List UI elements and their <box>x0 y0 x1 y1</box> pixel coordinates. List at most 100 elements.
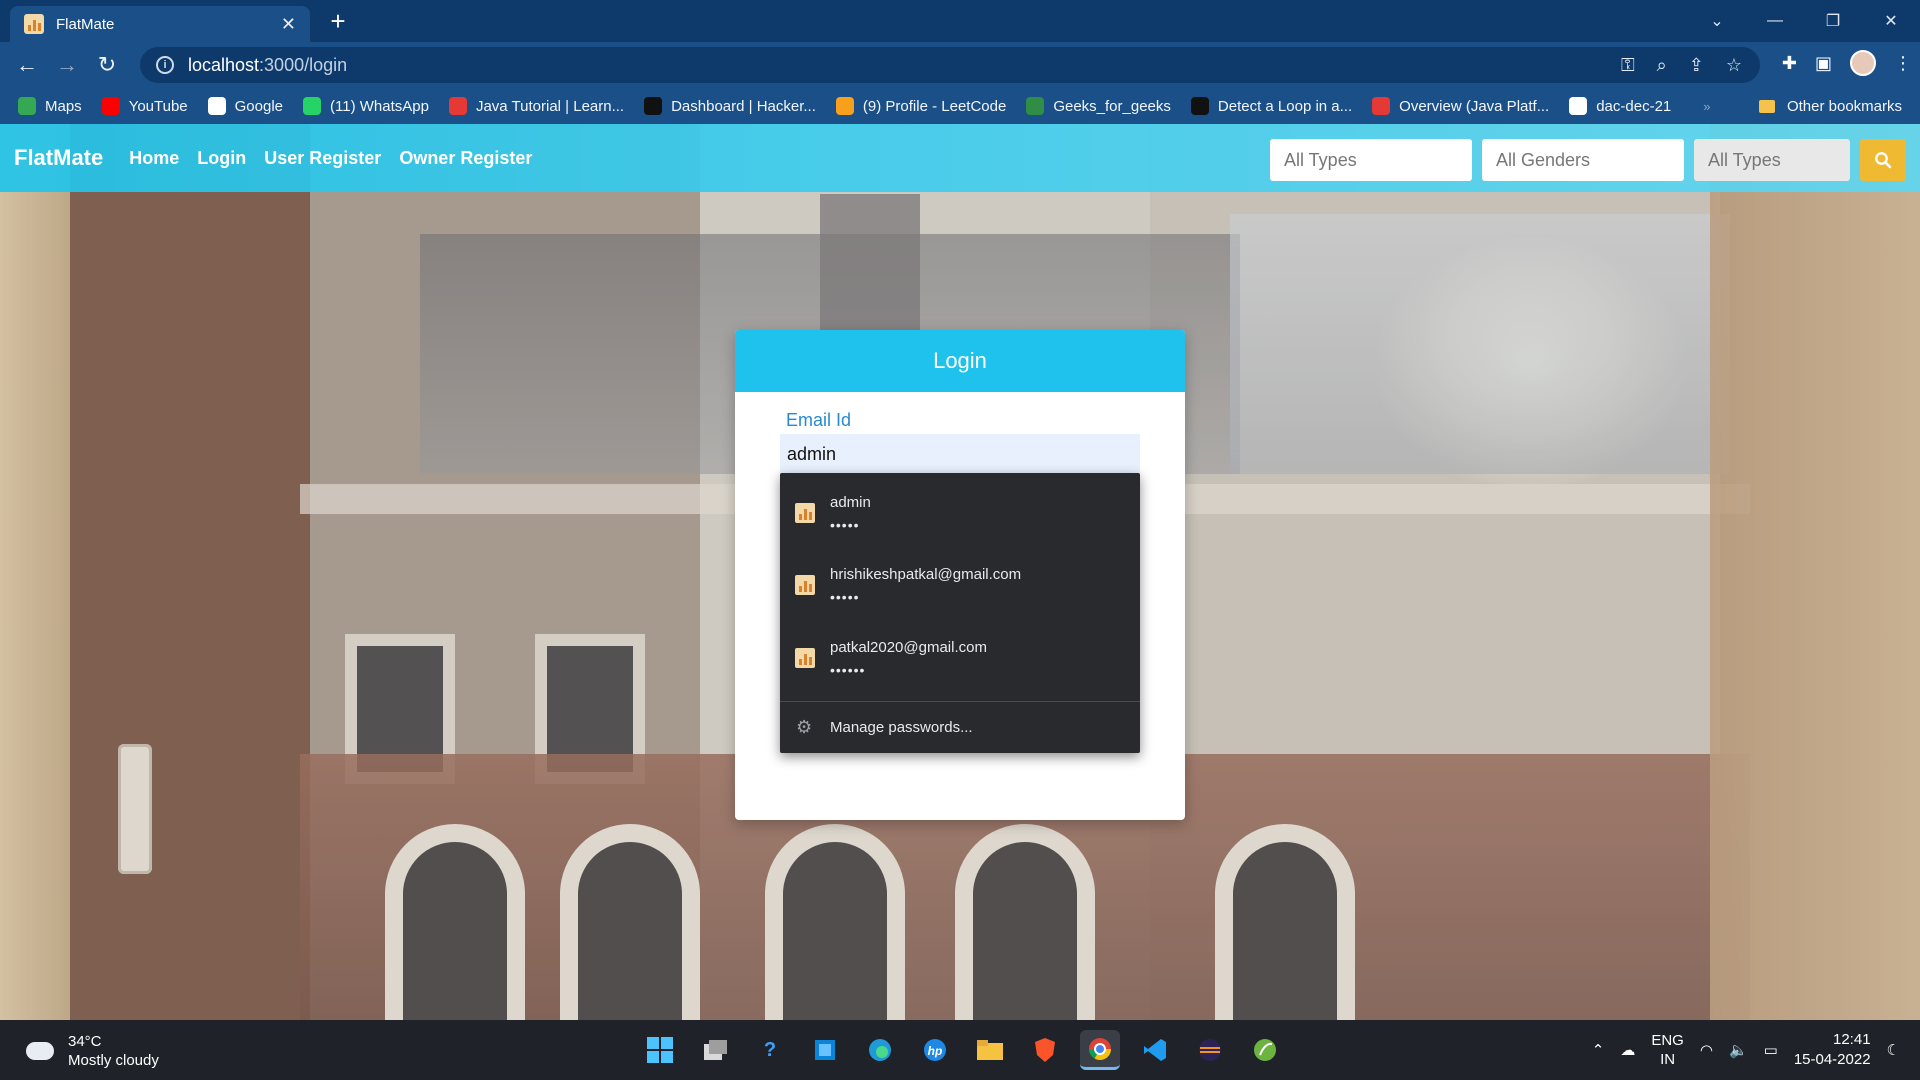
clock-time: 12:41 <box>1833 1031 1871 1048</box>
autofill-password-mask: ••••• <box>830 588 860 605</box>
key-icon[interactable]: ⚿ <box>1621 55 1635 76</box>
gender-select[interactable]: All Genders <box>1482 139 1684 181</box>
login-title: Login <box>735 330 1185 392</box>
forward-arrow-icon[interactable]: → <box>52 50 82 80</box>
battery-icon[interactable]: ▭ <box>1764 1041 1778 1059</box>
task-view-icon[interactable] <box>695 1030 735 1070</box>
back-arrow-icon[interactable]: ← <box>12 50 42 80</box>
browser-tab[interactable]: FlatMate ✕ <box>10 6 310 42</box>
volume-icon[interactable]: 🔈 <box>1729 1041 1748 1059</box>
bookmarks-bar: Maps YouTube Google (11) WhatsApp Java Tutor… <box>0 88 1920 124</box>
onedrive-icon[interactable]: ☁ <box>1620 1041 1635 1059</box>
bookmark-item[interactable]: Google <box>207 97 283 115</box>
bookmark-item[interactable]: Maps <box>18 97 82 115</box>
weather-temp: 34°C <box>68 1033 102 1050</box>
bookmark-item[interactable]: Detect a Loop in a... <box>1190 97 1352 115</box>
omnibox-actions: ⚿ ⌕ ⇪ ☆ <box>1621 47 1742 83</box>
menu-kebab-icon[interactable]: ⋮ <box>1894 53 1912 74</box>
bookmark-label: Geeks_for_geeks <box>1053 97 1171 115</box>
bookmark-item[interactable]: Geeks_for_geeks <box>1026 97 1171 115</box>
notifications-icon[interactable]: ☾ <box>1887 1041 1900 1059</box>
spring-icon[interactable] <box>1245 1030 1285 1070</box>
close-window-button[interactable]: ✕ <box>1862 0 1920 42</box>
restore-button[interactable]: ❐ <box>1804 0 1862 42</box>
search-button[interactable] <box>1860 139 1906 181</box>
nav-home[interactable]: Home <box>129 148 179 169</box>
autofill-username: admin <box>830 493 871 511</box>
windows-taskbar: 34°C Mostly cloudy ? hp ⌃ ☁ ENG IN ◠ 🔈 ▭ 1… <box>0 1020 1920 1080</box>
brave-icon[interactable] <box>1025 1030 1065 1070</box>
manage-passwords-option[interactable]: ⚙ Manage passwords... <box>780 703 1140 751</box>
property-type-select[interactable]: All Types <box>1694 139 1850 181</box>
lang-region: IN <box>1660 1051 1676 1068</box>
password-autofill-dropdown: admin ••••• hrishikeshpatkal@gmail.com •••… <box>780 473 1140 753</box>
autofill-option[interactable]: patkal2020@gmail.com •••••• <box>780 623 1140 693</box>
bookmark-label: YouTube <box>128 97 188 115</box>
email-field[interactable] <box>780 434 1140 476</box>
tab-title: FlatMate <box>56 15 115 33</box>
clock[interactable]: 12:41 15-04-2022 <box>1794 1030 1871 1070</box>
wifi-icon[interactable]: ◠ <box>1700 1041 1713 1059</box>
autofill-password-mask: •••••• <box>830 661 866 678</box>
bookmark-star-icon[interactable]: ☆ <box>1726 55 1742 76</box>
brand-logo[interactable]: FlatMate <box>14 145 103 171</box>
bookmark-label: (9) Profile - LeetCode <box>862 97 1007 115</box>
other-bookmarks-folder[interactable]: Other bookmarks <box>1758 88 1902 124</box>
chrome-icon[interactable] <box>1080 1030 1120 1070</box>
bookmark-item[interactable]: dac-dec-21 <box>1569 97 1671 115</box>
bookmarks-overflow-chevron-icon[interactable]: » <box>1703 99 1710 114</box>
nav-user-register[interactable]: User Register <box>264 148 381 169</box>
clock-date: 15-04-2022 <box>1793 1051 1871 1068</box>
tab-search-icon[interactable]: ⌄ <box>1688 0 1746 42</box>
language-indicator[interactable]: ENG IN <box>1651 1031 1684 1069</box>
chevron-up-icon[interactable]: ⌃ <box>1592 1041 1605 1059</box>
share-icon[interactable]: ⇪ <box>1689 55 1704 76</box>
profile-avatar[interactable] <box>1850 50 1876 76</box>
bookmark-label: (11) WhatsApp <box>330 97 429 115</box>
google-icon <box>207 97 226 115</box>
taskbar-apps: ? hp <box>640 1030 1285 1070</box>
hp-icon[interactable]: hp <box>915 1030 955 1070</box>
tab-close-icon[interactable]: ✕ <box>281 14 296 35</box>
file-explorer-icon[interactable] <box>970 1030 1010 1070</box>
bookmark-item[interactable]: YouTube <box>101 97 188 115</box>
reload-icon[interactable]: ↻ <box>92 50 122 80</box>
app-navbar: FlatMate Home Login User Register Owner … <box>0 124 1920 192</box>
lang-primary: ENG <box>1651 1032 1684 1049</box>
start-windows-icon[interactable] <box>640 1030 680 1070</box>
bookmark-item[interactable]: Dashboard | Hacker... <box>644 97 816 115</box>
extensions-puzzle-icon[interactable]: ✚ <box>1782 53 1797 74</box>
gear-icon: ⚙ <box>796 717 813 737</box>
bookmark-label: dac-dec-21 <box>1596 97 1672 115</box>
weather-widget[interactable]: 34°C Mostly cloudy <box>21 1032 159 1070</box>
bookmark-item[interactable]: Overview (Java Platf... <box>1372 97 1549 115</box>
email-label: Email Id <box>786 410 852 430</box>
bookmark-item[interactable]: (9) Profile - LeetCode <box>835 97 1007 115</box>
autofill-option[interactable]: admin ••••• <box>780 478 1140 548</box>
bookmark-item[interactable]: Java Tutorial | Learn... <box>448 97 624 115</box>
weather-condition: Mostly cloudy <box>68 1052 159 1069</box>
store-icon[interactable] <box>805 1030 845 1070</box>
help-icon[interactable]: ? <box>750 1030 790 1070</box>
side-panel-icon[interactable]: ▣ <box>1815 53 1832 74</box>
bookmark-label: Overview (Java Platf... <box>1399 97 1550 115</box>
zoom-icon[interactable]: ⌕ <box>1657 55 1667 76</box>
autofill-option[interactable]: hrishikeshpatkal@gmail.com ••••• <box>780 550 1140 620</box>
bookmark-item[interactable]: (11) WhatsApp <box>303 97 429 115</box>
eclipse-icon[interactable] <box>1190 1030 1230 1070</box>
system-tray: ⌃ ☁ ENG IN ◠ 🔈 ▭ 12:41 15-04-2022 ☾ <box>1592 1020 1900 1080</box>
type-select[interactable]: All Types <box>1270 139 1472 181</box>
extension-area: ✚ ▣ ⋮ <box>1782 50 1912 76</box>
autofill-divider <box>780 701 1140 702</box>
vscode-icon[interactable] <box>1135 1030 1175 1070</box>
nav-owner-register[interactable]: Owner Register <box>399 148 532 169</box>
folder-icon <box>1758 99 1775 113</box>
oracle-icon <box>1372 97 1391 115</box>
nav-login[interactable]: Login <box>197 148 246 169</box>
new-tab-button[interactable]: + <box>322 6 354 38</box>
address-bar[interactable]: i localhost:3000/login ⚿ ⌕ ⇪ ☆ <box>140 47 1760 83</box>
site-info-icon[interactable]: i <box>156 56 174 74</box>
minimize-button[interactable]: — <box>1746 0 1804 42</box>
edge-icon[interactable] <box>860 1030 900 1070</box>
window-controls: ⌄ — ❐ ✕ <box>1688 0 1920 42</box>
